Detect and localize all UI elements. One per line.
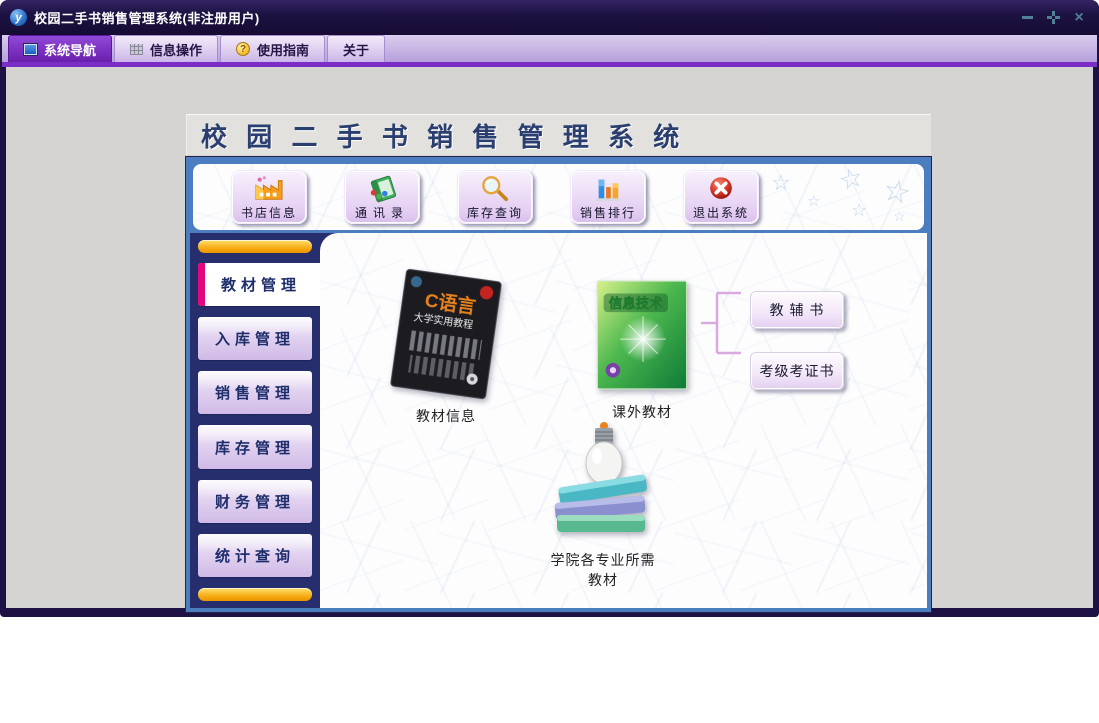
toolbar-button-label: 退出系统	[692, 206, 749, 220]
main-tab-bar: 系统导航 信息操作 ? 使用指南 关于	[2, 35, 1097, 62]
college-textbooks-item[interactable]: 学院各专业所需教材	[545, 419, 661, 590]
grid-icon	[130, 43, 144, 55]
tab-label: 使用指南	[257, 42, 310, 58]
app-window: y 校园二手书销售管理系统(非注册用户) × 系统导航 信息操作 ? 使用指南 …	[0, 0, 1099, 617]
star-decoration-icon: ☆	[771, 170, 791, 195]
teaching-aid-books-button[interactable]: 教 辅 书	[750, 291, 844, 329]
window-controls: ×	[1019, 0, 1087, 35]
textbook-info-item[interactable]: C语言 大学实用教程 教材信息	[388, 269, 504, 426]
exit-system-button[interactable]: 退出系统	[683, 170, 759, 224]
minimize-button[interactable]	[1019, 10, 1035, 26]
extracurricular-item[interactable]: 信息技术 课外教材	[590, 279, 694, 422]
bar-chart-icon	[591, 173, 625, 203]
app-logo-icon: y	[10, 9, 27, 26]
books-lightbulb-icon	[554, 422, 647, 532]
star-decoration-icon: ☆	[835, 164, 867, 197]
sidebar-item-label: 统计查询	[214, 548, 295, 566]
sidebar-item-label: 销售管理	[214, 385, 295, 403]
sidebar-item-label: 入库管理	[214, 331, 295, 349]
sidebar-item-label: 教材管理	[220, 276, 301, 294]
c-language-book-cover: C语言 大学实用教程	[390, 269, 502, 399]
tab-user-guide[interactable]: ? 使用指南	[220, 35, 326, 62]
bracket-connector	[701, 291, 741, 355]
restore-button[interactable]	[1045, 10, 1061, 26]
toolbar-button-label: 库存查询	[466, 206, 523, 220]
star-decoration-icon: ☆	[851, 200, 868, 220]
tab-label: 系统导航	[44, 42, 97, 58]
inventory-query-button[interactable]: 库存查询	[457, 170, 533, 224]
tab-info-operations[interactable]: 信息操作	[114, 35, 219, 62]
address-book-icon	[365, 173, 399, 203]
title-bar: y 校园二手书销售管理系统(非注册用户) ×	[0, 0, 1099, 35]
tab-label: 关于	[343, 42, 370, 58]
toolbar-button-label: 销售排行	[579, 206, 636, 220]
svg-text:信息技术: 信息技术	[609, 295, 663, 311]
factory-icon	[252, 173, 286, 203]
sidebar-item-statistics-query[interactable]: 统计查询	[198, 533, 312, 578]
help-coin-icon: ?	[236, 42, 251, 56]
sidebar-item-sales-management[interactable]: 销售管理	[198, 371, 312, 415]
certification-books-button[interactable]: 考级考证书	[750, 352, 844, 390]
banner-title: 校 园 二 手 书 销 售 管 理 系 统	[201, 121, 686, 152]
toolbar-button-label: 通讯录	[354, 206, 409, 220]
window-title: 校园二手书销售管理系统(非注册用户)	[34, 11, 260, 26]
content-area: C语言 大学实用教程 教材信息 信息技术 课外教材 教 辅 书 考级考证书 学院…	[320, 233, 927, 608]
star-decoration-icon: ☆	[893, 208, 906, 224]
active-marker-strip	[198, 262, 205, 307]
it-book-cover: 信息技术	[596, 280, 688, 390]
close-button[interactable]: ×	[1071, 9, 1087, 26]
star-decoration-icon: ☆	[879, 171, 915, 212]
sidebar: 教材管理 入库管理 销售管理 库存管理 财务管理 统计查询	[190, 233, 320, 608]
sidebar-item-textbook-management[interactable]: 教材管理	[198, 262, 320, 307]
main-panel: 书店信息 通讯录 库存查询 销售排行 退出系统 ☆ ☆ ☆ ☆ ☆ ☆ 教材管理…	[186, 157, 931, 612]
sidebar-top-bar	[198, 240, 312, 253]
college-textbooks-label: 学院各专业所需教材	[550, 552, 656, 588]
exit-icon	[704, 173, 738, 203]
textbook-info-label: 教材信息	[416, 408, 476, 424]
monitor-square-icon	[24, 43, 37, 55]
banner: 校 园 二 手 书 销 售 管 理 系 统	[186, 114, 931, 155]
sidebar-item-inbound-management[interactable]: 入库管理	[198, 317, 312, 361]
sidebar-item-inventory-management[interactable]: 库存管理	[198, 425, 312, 469]
panel-body: 教材管理 入库管理 销售管理 库存管理 财务管理 统计查询 C语言 大学实用教程…	[190, 233, 927, 608]
address-book-button[interactable]: 通讯录	[344, 170, 420, 224]
toolbar-button-label: 书店信息	[240, 206, 297, 220]
tab-label: 信息操作	[150, 42, 203, 58]
tab-about[interactable]: 关于	[327, 35, 386, 62]
bookstore-info-button[interactable]: 书店信息	[231, 170, 307, 224]
sidebar-item-label: 库存管理	[214, 439, 295, 457]
star-decoration-icon: ☆	[807, 193, 821, 210]
magnifier-icon	[478, 173, 512, 203]
sales-ranking-button[interactable]: 销售排行	[570, 170, 646, 224]
client-area: 校 园 二 手 书 销 售 管 理 系 统 书店信息 通讯录 库存查询 销售排行…	[6, 67, 1093, 612]
tab-system-navigation[interactable]: 系统导航	[8, 35, 113, 62]
sidebar-bottom-bar	[198, 588, 312, 601]
sidebar-item-finance-management[interactable]: 财务管理	[198, 479, 312, 523]
sidebar-item-label: 财务管理	[214, 493, 295, 511]
toolbar: 书店信息 通讯录 库存查询 销售排行 退出系统 ☆ ☆ ☆ ☆ ☆ ☆	[193, 164, 924, 230]
